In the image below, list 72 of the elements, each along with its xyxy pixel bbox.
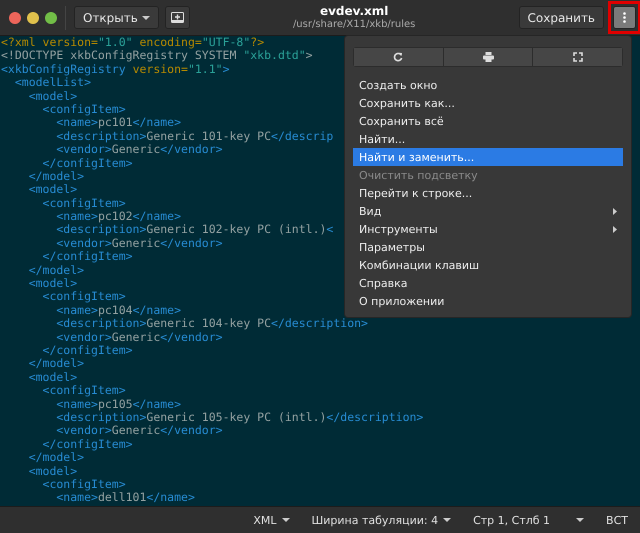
code-line: </configItem> [42,344,133,358]
code-line: <vendor>Generic</vendor> [55,236,223,250]
code-line: <configItem> [42,102,126,116]
status-item[interactable]: Ширина табуляции: 4 [312,514,452,526]
menu-item[interactable]: Инструменты [353,220,623,238]
file-path: /usr/share/X11/xkb/rules [292,18,416,31]
code-line: <vendor>Generic</vendor> [55,143,223,157]
code-line: <model> [28,464,78,478]
code-line: <!DOCTYPE xkbConfigRegistry SYSTEM "xkb.dtd"> [1,49,313,63]
caret-icon [576,518,584,522]
status-item[interactable]: XML [253,514,290,526]
save-button[interactable]: Сохранить [518,6,604,29]
menu-item[interactable]: Перейти к строке... [353,184,623,202]
code-line: <name>pc102</name> [56,210,182,224]
code-line: <vendor>Generic</vendor> [55,330,223,344]
code-line: <model> [28,90,78,103]
code-line: <description>Generic 101-key PC</descrip [55,130,334,144]
fullscreen-icon [572,52,583,62]
code-line: <name>pc101</name> [56,116,182,130]
submenu-arrow-icon [613,226,617,232]
code-line: <name>dell101</name> [56,491,195,505]
menu-item[interactable]: Сохранить всё [353,112,623,130]
menu-item[interactable]: О приложении [353,292,623,310]
code-line: <xkbConfigRegistry version="1.1"> [1,62,230,76]
code-line: </model> [28,170,84,184]
code-line: </model> [28,357,84,371]
code-line: <description>Generic 102-key PC (intl.)< [55,223,334,237]
code-line: <name>pc104</name> [55,304,182,318]
open-button[interactable]: Открыть [74,6,159,29]
menu-icon [623,12,626,23]
code-line: </configItem> [42,156,133,170]
code-line: <modelList> [14,76,92,90]
menu-item[interactable]: Параметры [353,238,623,256]
caret-icon [282,518,290,522]
maximize-button[interactable] [45,12,57,24]
menu-item[interactable]: Справка [353,274,623,292]
code-line: </model> [28,451,84,464]
code-line: <description>Generic 104-key PC</description> [55,317,368,331]
code-line: <model> [28,183,78,197]
code-line: <configItem> [42,478,126,492]
code-line: <model> [28,277,78,290]
caret-icon [443,518,452,522]
menu-item[interactable]: Сохранить как... [353,94,623,112]
menu-item[interactable]: Найти и заменить... [353,148,623,166]
menu-item[interactable]: Найти... [353,130,623,148]
caret-icon [142,16,150,20]
code-line: <model> [28,370,78,384]
code-line: <configItem> [42,384,126,398]
code-line: <configItem> [42,196,126,210]
status-item[interactable]: Стр 1, Стлб 1 [473,514,584,526]
new-document-icon [170,12,184,23]
window-title: evdev.xml [320,4,388,19]
toolbar-button[interactable] [354,48,444,66]
menu-button[interactable] [613,6,636,29]
printer-icon [482,52,494,62]
code-line: </configItem> [42,250,133,264]
reload-icon [393,52,404,62]
code-line: <?xml version="1.0" encoding="UTF-8"?> [1,36,264,50]
code-line: </model> [28,264,84,278]
code-line: <configItem> [42,290,126,304]
menu-item[interactable]: Создать окно [353,76,623,94]
menu-item[interactable]: Вид [353,202,623,220]
code-line: </configItem> [42,438,133,452]
menu-item[interactable]: Комбинации клавиш [353,256,623,274]
code-line: <name>pc105</name> [55,398,182,411]
close-button[interactable] [9,12,21,24]
code-line: <description>Generic 105-key PC (intl.)</description> [55,410,424,424]
code-line: <vendor>Generic</vendor> [55,424,223,438]
status-item[interactable]: ВСТ [606,514,628,526]
minimize-button[interactable] [27,12,39,24]
submenu-arrow-icon [613,208,617,214]
new-tab-button[interactable] [164,6,190,29]
